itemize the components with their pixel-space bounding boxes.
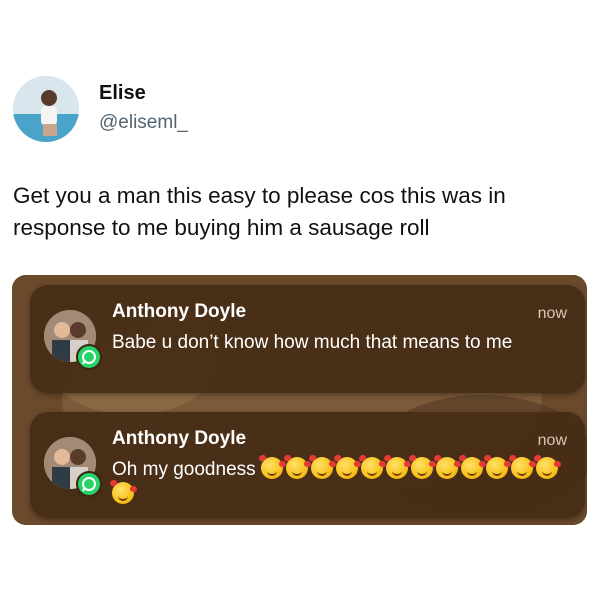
notification-message-text: Oh my goodness	[112, 459, 256, 480]
notification-message: Babe u don’t know how much that means to…	[112, 332, 513, 353]
author-handle[interactable]: @eliseml_	[99, 112, 188, 134]
smiling-face-with-hearts-emoji	[260, 457, 283, 479]
author-name[interactable]: Elise	[99, 82, 146, 105]
smiling-face-with-hearts-emoji	[385, 457, 408, 479]
attached-photo[interactable]: Anthony Doyle now Babe u don’t know how …	[12, 275, 587, 525]
contact-avatar	[44, 310, 102, 370]
smiling-face-with-hearts-emoji	[285, 457, 308, 479]
smiling-face-with-hearts-emoji	[485, 457, 508, 479]
notification-sender: Anthony Doyle	[112, 301, 247, 322]
whatsapp-icon	[76, 344, 102, 370]
author-avatar[interactable]	[13, 76, 79, 142]
notification-time: now	[537, 305, 567, 322]
smiling-face-with-hearts-emoji	[310, 457, 333, 479]
notification-time: now	[537, 432, 567, 449]
smiling-face-with-hearts-emoji	[335, 457, 358, 479]
contact-avatar	[44, 437, 102, 497]
notification-card-1[interactable]: Anthony Doyle now Babe u don’t know how …	[30, 285, 585, 393]
smiling-face-with-hearts-emoji	[435, 457, 458, 479]
smiling-face-with-hearts-emoji	[360, 457, 383, 479]
notification-sender: Anthony Doyle	[112, 428, 247, 449]
smiling-face-with-hearts-emoji	[112, 482, 134, 504]
smiling-face-with-hearts-emoji	[460, 457, 483, 479]
smiling-face-with-hearts-emoji	[410, 457, 433, 479]
notification-message: Oh my goodness	[112, 457, 562, 507]
notification-card-2[interactable]: Anthony Doyle now Oh my goodness	[30, 412, 585, 518]
tweet-header: Elise @eliseml_	[13, 76, 573, 146]
tweet-text: Get you a man this easy to please cos th…	[13, 183, 506, 240]
smiling-face-with-hearts-emoji	[535, 457, 558, 479]
whatsapp-icon	[76, 471, 102, 497]
smiling-face-with-hearts-emoji	[510, 457, 533, 479]
